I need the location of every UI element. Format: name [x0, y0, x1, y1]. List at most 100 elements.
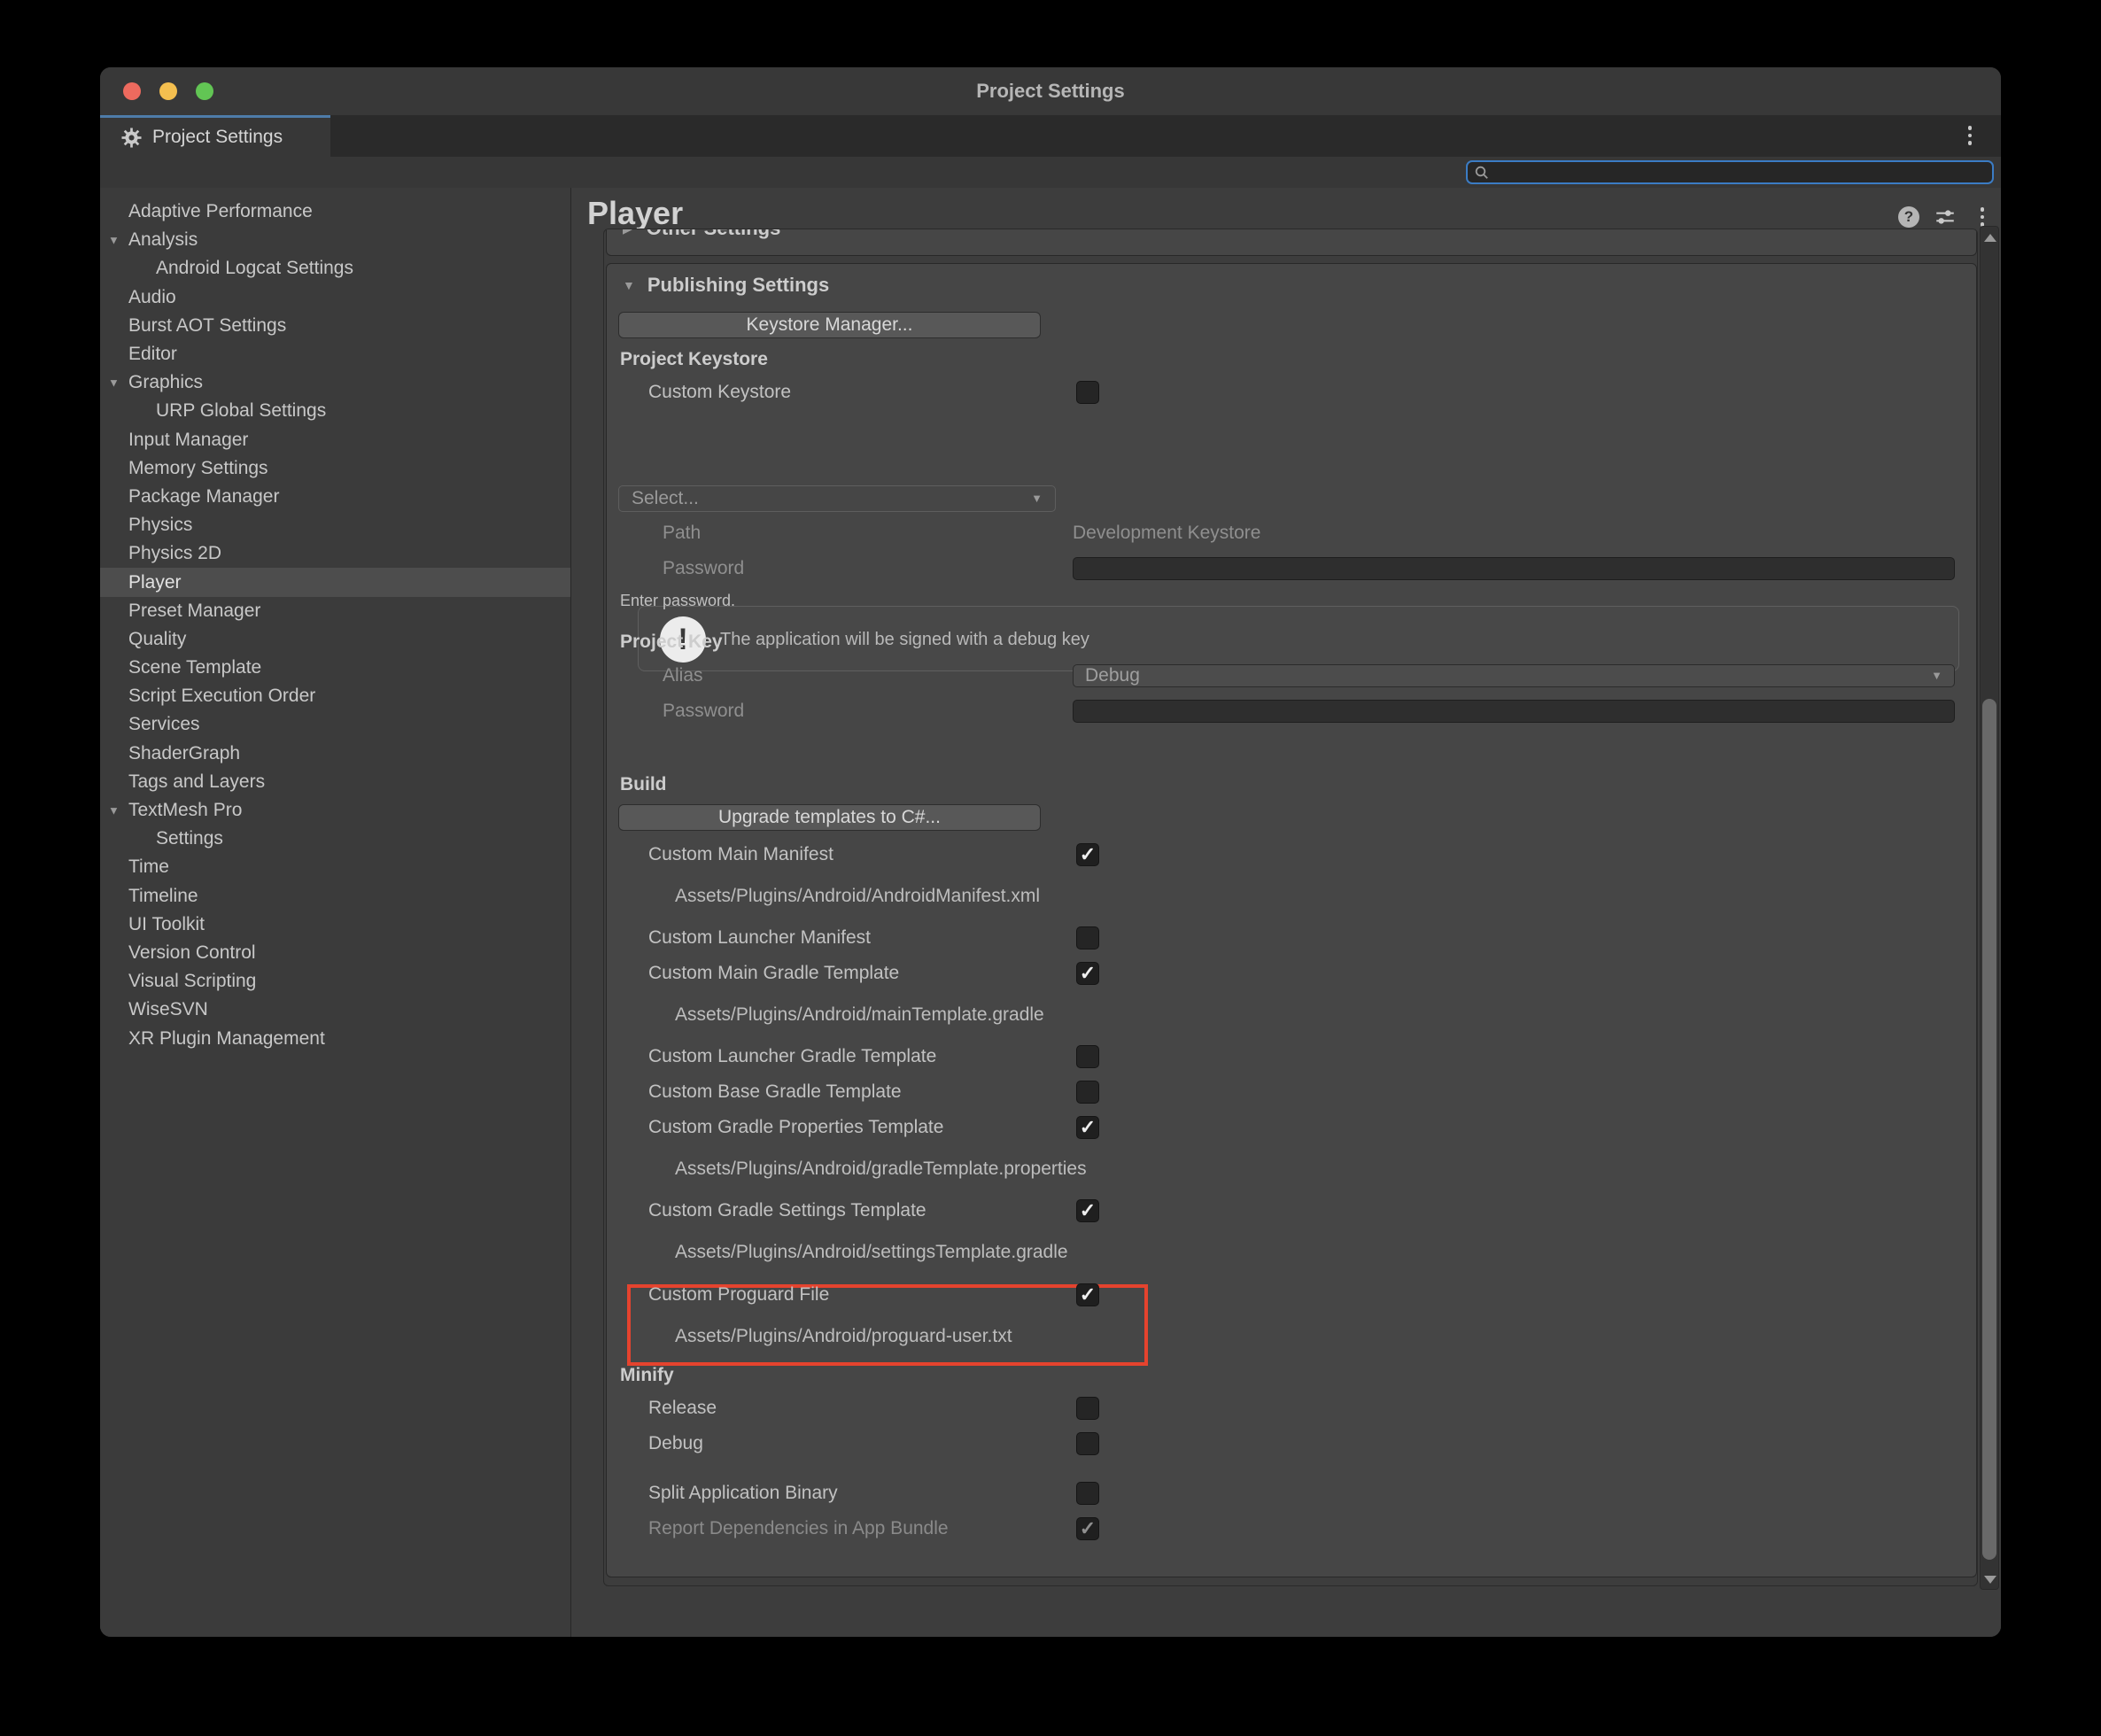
other-settings-section[interactable]: ▶ Other Settings [606, 229, 1977, 256]
custom-proguard-file-row: Custom Proguard File ✓ [607, 1281, 1976, 1309]
content-area: Adaptive Performance ▼Analysis Android L… [100, 188, 2001, 1637]
password-label: Password [663, 554, 744, 583]
minify-release-checkbox[interactable] [1076, 1397, 1099, 1420]
tab-bar-menu-icon[interactable] [1958, 122, 1981, 149]
sidebar-item-services[interactable]: Services [100, 710, 570, 739]
project-keystore-header: Project Keystore [620, 345, 768, 374]
keystore-select-dropdown[interactable]: Select... ▼ [618, 485, 1056, 512]
sidebar-item-timeline[interactable]: Timeline [100, 882, 570, 911]
sidebar-item-android-logcat-settings[interactable]: Android Logcat Settings [100, 254, 570, 283]
sidebar-item-editor[interactable]: Editor [100, 340, 570, 368]
scroll-up-arrow-icon[interactable] [1984, 234, 1996, 242]
path-value: Development Keystore [1073, 519, 1260, 547]
file-path: Assets/Plugins/Android/proguard-user.txt [675, 1322, 1976, 1351]
split-application-binary-row: Split Application Binary [607, 1479, 1976, 1507]
keystore-password-row: Password [607, 554, 1976, 583]
project-settings-window: Project Settings Project Settings [100, 67, 2001, 1637]
key-password-field[interactable] [1073, 700, 1955, 723]
custom-base-gradle-template-checkbox[interactable] [1076, 1081, 1099, 1104]
sidebar-item-urp-global-settings[interactable]: URP Global Settings [100, 397, 570, 425]
scroll-down-arrow-icon[interactable] [1984, 1576, 1996, 1584]
sidebar-item-analysis[interactable]: ▼Analysis [100, 226, 570, 254]
settings-sidebar: Adaptive Performance ▼Analysis Android L… [100, 188, 571, 1637]
foldout-arrow-icon[interactable]: ▼ [108, 376, 120, 390]
custom-main-gradle-template-checkbox[interactable]: ✓ [1076, 962, 1099, 985]
sidebar-item-wisesvn[interactable]: WiseSVN [100, 996, 570, 1024]
page-title: Player [587, 195, 683, 232]
key-password-row: Password [607, 697, 1976, 725]
custom-launcher-gradle-template-checkbox[interactable] [1076, 1045, 1099, 1068]
sidebar-item-scene-template[interactable]: Scene Template [100, 654, 570, 682]
sidebar-item-xr-plugin-management[interactable]: XR Plugin Management [100, 1024, 570, 1052]
sidebar-item-physics[interactable]: Physics [100, 511, 570, 539]
publishing-settings-section: ▼ Publishing Settings Keystore Manager..… [606, 263, 1977, 1577]
sidebar-item-audio[interactable]: Audio [100, 283, 570, 312]
minify-debug-checkbox[interactable] [1076, 1432, 1099, 1455]
sidebar-item-ui-toolkit[interactable]: UI Toolkit [100, 911, 570, 939]
sidebar-item-textmesh-pro[interactable]: ▼TextMesh Pro [100, 796, 570, 825]
keystore-manager-button[interactable]: Keystore Manager... [618, 312, 1041, 338]
search-box[interactable] [1466, 160, 1994, 184]
check-icon: ✓ [1077, 1116, 1098, 1139]
custom-keystore-row: Custom Keystore [607, 378, 1976, 407]
file-path: Assets/Plugins/Android/mainTemplate.grad… [675, 1001, 1976, 1029]
custom-gradle-properties-template-checkbox[interactable]: ✓ [1076, 1116, 1099, 1139]
tab-project-settings[interactable]: Project Settings [100, 115, 330, 157]
custom-gradle-settings-template-checkbox[interactable]: ✓ [1076, 1199, 1099, 1222]
custom-gradle-settings-template-row: Custom Gradle Settings Template ✓ [607, 1197, 1976, 1225]
sidebar-item-player[interactable]: Player [100, 568, 570, 596]
sidebar-item-time[interactable]: Time [100, 853, 570, 881]
sidebar-item-preset-manager[interactable]: Preset Manager [100, 597, 570, 625]
sidebar-item-burst-aot-settings[interactable]: Burst AOT Settings [100, 312, 570, 340]
help-icon[interactable]: ? [1898, 206, 1919, 228]
file-path: Assets/Plugins/Android/gradleTemplate.pr… [675, 1155, 1976, 1183]
custom-launcher-gradle-template-row: Custom Launcher Gradle Template [607, 1042, 1976, 1071]
sidebar-item-script-execution-order[interactable]: Script Execution Order [100, 682, 570, 710]
keystore-password-field[interactable] [1073, 557, 1955, 580]
sidebar-item-memory-settings[interactable]: Memory Settings [100, 454, 570, 483]
search-input[interactable] [1490, 163, 1992, 182]
tab-bar: Project Settings [100, 115, 2001, 157]
minify-debug-row: Debug [607, 1430, 1976, 1458]
sidebar-item-version-control[interactable]: Version Control [100, 939, 570, 967]
custom-launcher-manifest-row: Custom Launcher Manifest [607, 924, 1976, 952]
foldout-open-icon: ▼ [623, 278, 635, 292]
custom-gradle-properties-template-row: Custom Gradle Properties Template ✓ [607, 1113, 1976, 1142]
file-path: Assets/Plugins/Android/AndroidManifest.x… [675, 882, 1976, 911]
sidebar-item-visual-scripting[interactable]: Visual Scripting [100, 967, 570, 996]
scrollbar-thumb[interactable] [1982, 699, 1996, 1560]
build-header: Build [620, 771, 667, 799]
presets-icon[interactable] [1934, 205, 1957, 229]
custom-keystore-checkbox[interactable] [1076, 381, 1099, 404]
minify-release-row: Release [607, 1394, 1976, 1422]
upgrade-templates-button[interactable]: Upgrade templates to C#... [618, 804, 1041, 831]
sidebar-item-physics-2d[interactable]: Physics 2D [100, 539, 570, 568]
custom-proguard-file-checkbox[interactable]: ✓ [1076, 1283, 1099, 1306]
sidebar-item-tags-and-layers[interactable]: Tags and Layers [100, 768, 570, 796]
minify-header: Minify [620, 1361, 674, 1390]
settings-scroll-area: ▶ Other Settings ▼ Publishing Settings K… [603, 229, 1978, 1586]
sidebar-item-shadergraph[interactable]: ShaderGraph [100, 740, 570, 768]
section-header: Other Settings [647, 229, 781, 243]
custom-launcher-manifest-checkbox[interactable] [1076, 926, 1099, 949]
titlebar: Project Settings [100, 67, 2001, 115]
check-icon: ✓ [1077, 1283, 1098, 1306]
split-application-binary-checkbox[interactable] [1076, 1482, 1099, 1505]
foldout-arrow-icon[interactable]: ▼ [108, 804, 120, 818]
sidebar-item-tmp-settings[interactable]: Settings [100, 825, 570, 853]
publishing-settings-foldout[interactable]: ▼ Publishing Settings [623, 271, 829, 299]
alias-dropdown[interactable]: Debug ▼ [1073, 664, 1955, 687]
sidebar-item-package-manager[interactable]: Package Manager [100, 483, 570, 511]
alias-label: Alias [663, 662, 703, 690]
sidebar-item-quality[interactable]: Quality [100, 625, 570, 654]
report-dependencies-row: Report Dependencies in App Bundle ✓ [607, 1515, 1976, 1543]
sidebar-item-adaptive-performance[interactable]: Adaptive Performance [100, 198, 570, 226]
toolbar [100, 157, 2001, 188]
custom-main-manifest-checkbox[interactable]: ✓ [1076, 843, 1099, 866]
sidebar-item-graphics[interactable]: ▼Graphics [100, 368, 570, 397]
foldout-arrow-icon[interactable]: ▼ [108, 234, 120, 247]
custom-base-gradle-template-row: Custom Base Gradle Template [607, 1078, 1976, 1106]
sidebar-item-input-manager[interactable]: Input Manager [100, 426, 570, 454]
vertical-scrollbar[interactable] [1980, 226, 1999, 1590]
project-key-header: Project Key [620, 628, 723, 656]
